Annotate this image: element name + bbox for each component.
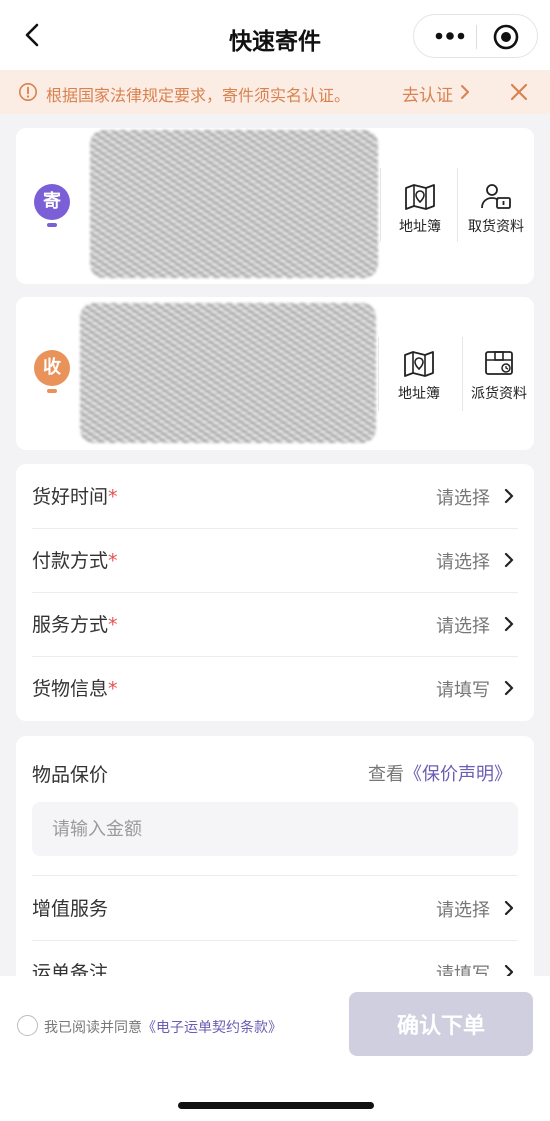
value-added-service-value: 请选择: [436, 900, 490, 921]
nav-bar: 快速寄件: [0, 0, 550, 70]
insurance-statement-text: 《保价声明》: [404, 764, 512, 785]
delivery-info-button[interactable]: 派货资料: [461, 349, 537, 403]
pickup-info-label: 取货资料: [468, 219, 524, 235]
chevron-right-icon: [504, 964, 514, 976]
required-mark: *: [108, 486, 118, 508]
parcel-box-icon: [485, 351, 513, 375]
divider: [378, 337, 379, 411]
map-book-icon: [404, 351, 434, 377]
order-details-card: 货好时间* 请选择 付款方式* 请选择 服务方式* 请选择 货物信息* 请填写: [16, 464, 534, 721]
divider: [380, 168, 381, 242]
map-book-icon: [405, 184, 435, 210]
insurance-statement-link[interactable]: 查看《保价声明》: [368, 760, 512, 786]
courier-id-icon: [481, 184, 511, 209]
record-target-icon[interactable]: [492, 23, 520, 51]
badge-pin-tail: [47, 223, 57, 227]
waybill-note-row[interactable]: 运单备注 请填写: [32, 940, 518, 976]
ready-time-value: 请选择: [436, 488, 490, 509]
chevron-right-icon: [504, 680, 514, 696]
chevron-right-icon[interactable]: [458, 83, 472, 101]
agree-prefix: 我已阅读并同意: [44, 1020, 142, 1036]
service-method-value: 请选择: [436, 616, 490, 637]
waybill-terms-link[interactable]: 《电子运单契约条款》: [142, 1020, 282, 1036]
payment-method-label-text: 付款方式: [32, 550, 109, 572]
required-mark: *: [108, 614, 118, 636]
verify-link[interactable]: 去认证: [402, 81, 453, 106]
payment-method-row[interactable]: 付款方式* 请选择: [32, 528, 518, 592]
cargo-info-label: 货物信息*: [32, 674, 118, 701]
sender-badge: 寄: [34, 184, 70, 220]
confirm-order-button[interactable]: 确认下单: [349, 992, 533, 1056]
cargo-info-label-text: 货物信息: [32, 678, 109, 700]
receiver-address-book-label: 地址簿: [398, 386, 440, 402]
real-name-notice: 根据国家法律规定要求，寄件须实名认证。 去认证: [0, 70, 550, 114]
ready-time-label: 货好时间*: [32, 482, 118, 509]
receiver-address-book-button[interactable]: 地址簿: [381, 349, 457, 403]
agree-radio[interactable]: [17, 1015, 38, 1036]
required-mark: *: [108, 550, 118, 572]
service-method-row[interactable]: 服务方式* 请选择: [32, 592, 518, 656]
chevron-right-icon: [504, 552, 514, 568]
redacted-sender-info: [90, 130, 378, 278]
home-indicator: [178, 1102, 374, 1109]
service-method-label: 服务方式*: [32, 610, 118, 637]
waybill-note-value: 请填写: [436, 964, 490, 976]
receiver-card[interactable]: 收 地址簿 派货资料: [16, 297, 534, 450]
chevron-right-icon: [504, 488, 514, 504]
chevron-right-icon: [504, 616, 514, 632]
cargo-info-row[interactable]: 货物信息* 请填写: [32, 656, 518, 720]
payment-method-value: 请选择: [436, 552, 490, 573]
agreement-text: 我已阅读并同意《电子运单契约条款》: [44, 1017, 282, 1037]
info-icon: [19, 83, 37, 101]
cargo-info-value: 请填写: [436, 680, 490, 701]
service-method-label-text: 服务方式: [32, 614, 109, 636]
more-dots-icon[interactable]: [430, 21, 470, 51]
sender-address-book-button[interactable]: 地址簿: [382, 182, 458, 236]
required-mark: *: [108, 678, 118, 700]
redacted-receiver-info: [80, 303, 376, 443]
ready-time-row[interactable]: 货好时间* 请选择: [32, 464, 518, 528]
payment-method-label: 付款方式*: [32, 546, 118, 573]
capsule-divider: [476, 25, 477, 49]
mini-program-capsule: [413, 14, 538, 58]
chevron-right-icon: [504, 900, 514, 916]
value-added-service-label: 增值服务: [32, 898, 109, 920]
insured-amount-input[interactable]: [32, 802, 518, 856]
view-prefix: 查看: [368, 764, 404, 785]
value-added-service-row[interactable]: 增值服务 请选择: [32, 876, 518, 940]
sender-address-book-label: 地址簿: [399, 219, 441, 235]
insurance-label: 物品保价: [32, 764, 109, 786]
sender-card[interactable]: 寄 地址簿 取货资料: [16, 128, 534, 284]
notice-text: 根据国家法律规定要求，寄件须实名认证。: [46, 86, 351, 105]
waybill-note-label: 运单备注: [32, 962, 109, 976]
insurance-card: 物品保价 查看《保价声明》 增值服务 请选择 运单备注 请填写: [16, 736, 534, 976]
ready-time-label-text: 货好时间: [32, 486, 109, 508]
pickup-info-button[interactable]: 取货资料: [458, 182, 534, 236]
badge-pin-tail: [47, 389, 57, 393]
bottom-action-bar: 我已阅读并同意《电子运单契约条款》 确认下单: [0, 976, 550, 1121]
receiver-badge: 收: [34, 350, 70, 386]
close-icon[interactable]: [508, 81, 530, 103]
delivery-info-label: 派货资料: [471, 386, 527, 402]
